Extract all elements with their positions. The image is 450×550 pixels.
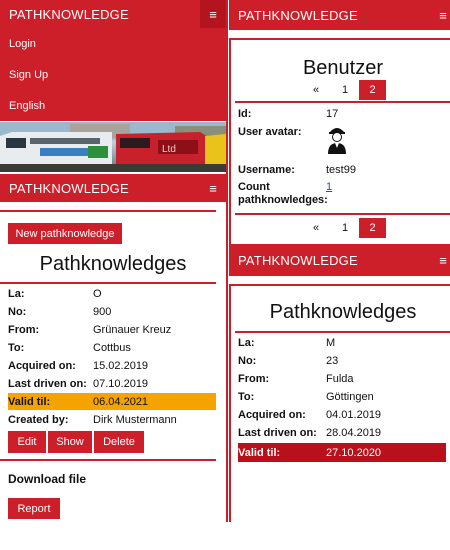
top-navbar: PATHKNOWLEDGE ≡ [0,0,226,28]
brand-title-4[interactable]: PATHKNOWLEDGE [229,253,358,268]
column-separator [226,0,228,522]
field-id: Id: 17 [238,105,338,122]
field-value: M [326,336,336,349]
field-value: Grünauer Kreuz [93,323,172,336]
field-count: Count pathknowledges: [238,181,328,207]
download-file-heading: Download file [8,472,86,486]
field-value: Cottbus [93,341,131,354]
brand-title[interactable]: PATHKNOWLEDGE [0,7,129,22]
pathknowledges-title: Pathknowledges [269,301,417,323]
field-label: Valid til: [8,395,51,408]
page-title: Pathknowledges [39,253,187,275]
user-title: Benutzer [302,57,384,79]
field-label-line1: Count [238,181,270,193]
field-acquired: Acquired on: 15.02.2019 [8,357,148,374]
field-label: To: [238,390,255,403]
left-second-navbar: PATHKNOWLEDGE ≡ [0,174,226,202]
right-second-navbar: PATHKNOWLEDGE ≡ [229,244,450,276]
brand-title-2[interactable]: PATHKNOWLEDGE [0,181,129,196]
field-to: To: Cottbus [8,339,131,356]
field-la: La: O [8,285,102,302]
field-la: La: M [238,334,335,351]
train-illustration: Ltd [0,122,226,172]
user-avatar-icon [328,128,346,154]
field-value: O [93,287,102,300]
pagination-page-1[interactable]: 1 [332,80,358,100]
field-last-driven: Last driven on: 07.10.2019 [8,375,148,392]
brand-title-3[interactable]: PATHKNOWLEDGE [229,8,358,23]
divider [235,101,450,103]
field-no: No: 23 [238,352,338,369]
pagination-page-1-bottom[interactable]: 1 [332,218,358,238]
field-label: Username: [238,163,295,176]
field-username: Username: test99 [238,161,356,178]
edit-button[interactable]: Edit [8,431,46,453]
menu-item-language[interactable]: English [0,90,226,121]
right-navbar: PATHKNOWLEDGE ≡ [229,0,450,30]
count-pathknowledges-link[interactable]: 1 [326,181,332,193]
pagination-page-2-bottom[interactable]: 2 [359,218,386,238]
field-to: To: Göttingen [238,388,374,405]
field-value: 07.10.2019 [93,377,149,390]
menu-item-signup[interactable]: Sign Up [0,59,226,90]
delete-button[interactable]: Delete [94,431,144,453]
report-button[interactable]: Report [8,498,60,519]
field-user-avatar: User avatar: [238,123,326,140]
field-label: Last driven on: [238,426,317,439]
field-from: From: Grünauer Kreuz [8,321,171,338]
field-value: 15.02.2019 [93,359,149,372]
field-label: To: [8,341,25,354]
field-label: La: [8,287,25,300]
svg-text:Ltd: Ltd [162,144,176,155]
field-label: Acquired on: [8,359,76,372]
field-label: Id: [238,107,252,120]
field-value: Fulda [326,372,354,385]
field-valid-til: Valid til: 27.10.2020 [238,443,446,462]
field-label: La: [238,336,255,349]
show-button[interactable]: Show [48,431,92,453]
hamburger-menu-icon[interactable]: ≡ [200,0,226,28]
field-label: Last driven on: [8,377,87,390]
field-created-by: Created by: Dirk Mustermann [8,411,177,428]
field-value: test99 [326,163,356,176]
field-valid-til: Valid til: 06.04.2021 [8,393,216,410]
pagination-prev[interactable]: « [303,80,329,100]
hamburger-menu-icon[interactable]: ≡ [436,244,450,276]
field-label: User avatar: [238,125,302,138]
field-value: 17 [326,107,339,120]
field-label: From: [238,372,270,385]
field-label: Created by: [8,413,69,426]
pagination-prev-bottom[interactable]: « [303,218,329,238]
field-label-line2: pathknowledges: [238,194,328,206]
field-value: 900 [93,305,112,318]
field-from: From: Fulda [238,370,354,387]
field-label: From: [8,323,40,336]
new-pathknowledge-button[interactable]: New pathknowledge [8,223,122,244]
field-value: 27.10.2020 [326,446,382,459]
field-value: 23 [326,354,339,367]
field-label: Valid til: [238,446,281,459]
divider [235,213,450,215]
field-label: Acquired on: [238,408,306,421]
hamburger-menu-icon[interactable]: ≡ [200,174,226,202]
divider [0,459,216,461]
field-last-driven: Last driven on: 28.04.2019 [238,424,381,441]
train-banner-image: Ltd [0,122,226,172]
field-label: No: [238,354,257,367]
field-acquired: Acquired on: 04.01.2019 [238,406,381,423]
divider [0,282,216,284]
field-value: Dirk Mustermann [93,413,177,426]
menu-item-login[interactable]: Login [0,28,226,59]
hamburger-menu-icon[interactable]: ≡ [436,0,450,30]
pagination-page-2[interactable]: 2 [359,80,386,100]
divider [235,331,450,333]
field-value: Göttingen [326,390,374,403]
divider [0,210,216,212]
field-label: No: [8,305,27,318]
field-value: 04.01.2019 [326,408,382,421]
field-value: 28.04.2019 [326,426,382,439]
field-no: No: 900 [8,303,111,320]
field-value: 06.04.2021 [93,395,149,408]
